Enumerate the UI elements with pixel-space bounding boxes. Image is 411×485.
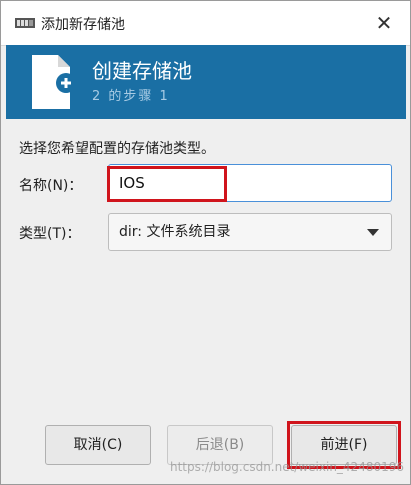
step-indicator: 2 的步骤 1 bbox=[92, 89, 170, 104]
cancel-button[interactable]: 取消(C) bbox=[45, 425, 151, 465]
wizard-banner: 创建存储池 2 的步骤 1 bbox=[6, 45, 406, 119]
type-select-value: dir: 文件系统目录 bbox=[119, 224, 231, 240]
forward-button[interactable]: 前进(F) bbox=[291, 425, 397, 465]
dropdown-arrow-icon bbox=[367, 229, 379, 236]
name-label: 名称(N)： bbox=[19, 178, 83, 194]
type-label: 类型(T)： bbox=[19, 226, 81, 242]
title-bar: 添加新存储池 ✕ bbox=[1, 1, 410, 46]
instruction-text: 选择您希望配置的存储池类型。 bbox=[19, 141, 215, 157]
name-input[interactable]: IOS bbox=[108, 164, 392, 202]
window-title: 添加新存储池 bbox=[41, 17, 125, 33]
type-select[interactable]: dir: 文件系统目录 bbox=[108, 213, 392, 251]
close-button[interactable]: ✕ bbox=[372, 11, 396, 35]
name-input-value: IOS bbox=[119, 174, 145, 192]
storage-icon bbox=[15, 18, 35, 28]
banner-title: 创建存储池 bbox=[92, 59, 192, 83]
watermark-text: https://blog.csdn.net/weixin_42480196 bbox=[169, 460, 404, 474]
dialog-window: 添加新存储池 ✕ 创建存储池 2 的步骤 1 选择您希望配置的存储池类型。 名称… bbox=[0, 0, 411, 485]
close-icon: ✕ bbox=[375, 11, 393, 35]
document-add-icon bbox=[32, 55, 76, 109]
back-button[interactable]: 后退(B) bbox=[167, 425, 273, 465]
